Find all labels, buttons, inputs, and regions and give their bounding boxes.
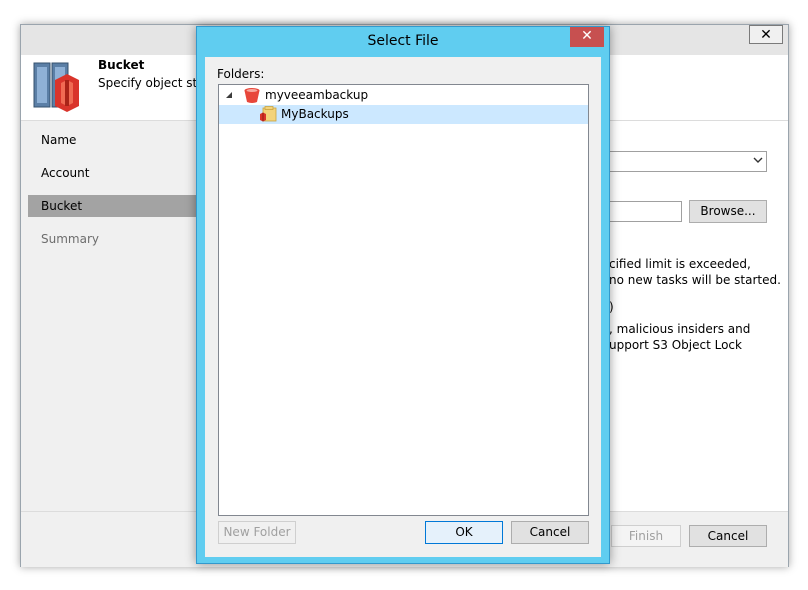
select-file-dialog: Select File ✕ Folders: myveeambackup MyB… bbox=[196, 26, 610, 564]
bucket-icon bbox=[244, 88, 260, 103]
tree-item-mybackups[interactable]: MyBackups bbox=[219, 105, 588, 124]
wizard-nav: Name Account Bucket Summary bbox=[21, 121, 198, 511]
new-folder-button: New Folder bbox=[218, 521, 296, 544]
wizard-cancel-button[interactable]: Cancel bbox=[689, 525, 767, 547]
folder-tree[interactable]: myveeambackup MyBackups bbox=[218, 84, 589, 516]
region-dropdown[interactable] bbox=[607, 151, 767, 172]
nav-item-bucket[interactable]: Bucket bbox=[28, 195, 198, 217]
tree-item-label: myveeambackup bbox=[265, 88, 369, 102]
wizard-close-button[interactable]: ✕ bbox=[749, 25, 783, 44]
nav-item-summary: Summary bbox=[41, 232, 99, 246]
nav-item-account[interactable]: Account bbox=[41, 166, 89, 180]
tree-item-label: MyBackups bbox=[281, 107, 349, 121]
limit-text-line-1: cified limit is exceeded, bbox=[609, 257, 751, 271]
dialog-client-area: Folders: myveeambackup MyBackups New Fol… bbox=[205, 57, 601, 557]
nav-item-name[interactable]: Name bbox=[41, 133, 76, 147]
expanded-triangle-icon[interactable] bbox=[225, 91, 233, 99]
tree-item-bucket[interactable]: myveeambackup bbox=[219, 86, 588, 105]
limit-text-line-2: no new tasks will be started. bbox=[609, 273, 781, 287]
ok-button[interactable]: OK bbox=[425, 521, 503, 544]
dialog-title: Select File bbox=[367, 33, 439, 49]
object-lock-text-line-2: upport S3 Object Lock bbox=[609, 338, 742, 352]
object-storage-icon bbox=[33, 62, 79, 112]
folder-path-field[interactable] bbox=[607, 201, 682, 222]
finish-button: Finish bbox=[611, 525, 681, 547]
wizard-step-title: Bucket bbox=[98, 58, 145, 72]
dialog-cancel-button[interactable]: Cancel bbox=[511, 521, 589, 544]
object-lock-text-line-1: , malicious insiders and bbox=[609, 322, 751, 336]
browse-button[interactable]: Browse... bbox=[689, 200, 767, 223]
folder-icon bbox=[260, 106, 277, 122]
folders-label: Folders: bbox=[217, 67, 265, 81]
dialog-close-button[interactable]: ✕ bbox=[570, 27, 604, 47]
chevron-down-icon bbox=[753, 157, 763, 163]
